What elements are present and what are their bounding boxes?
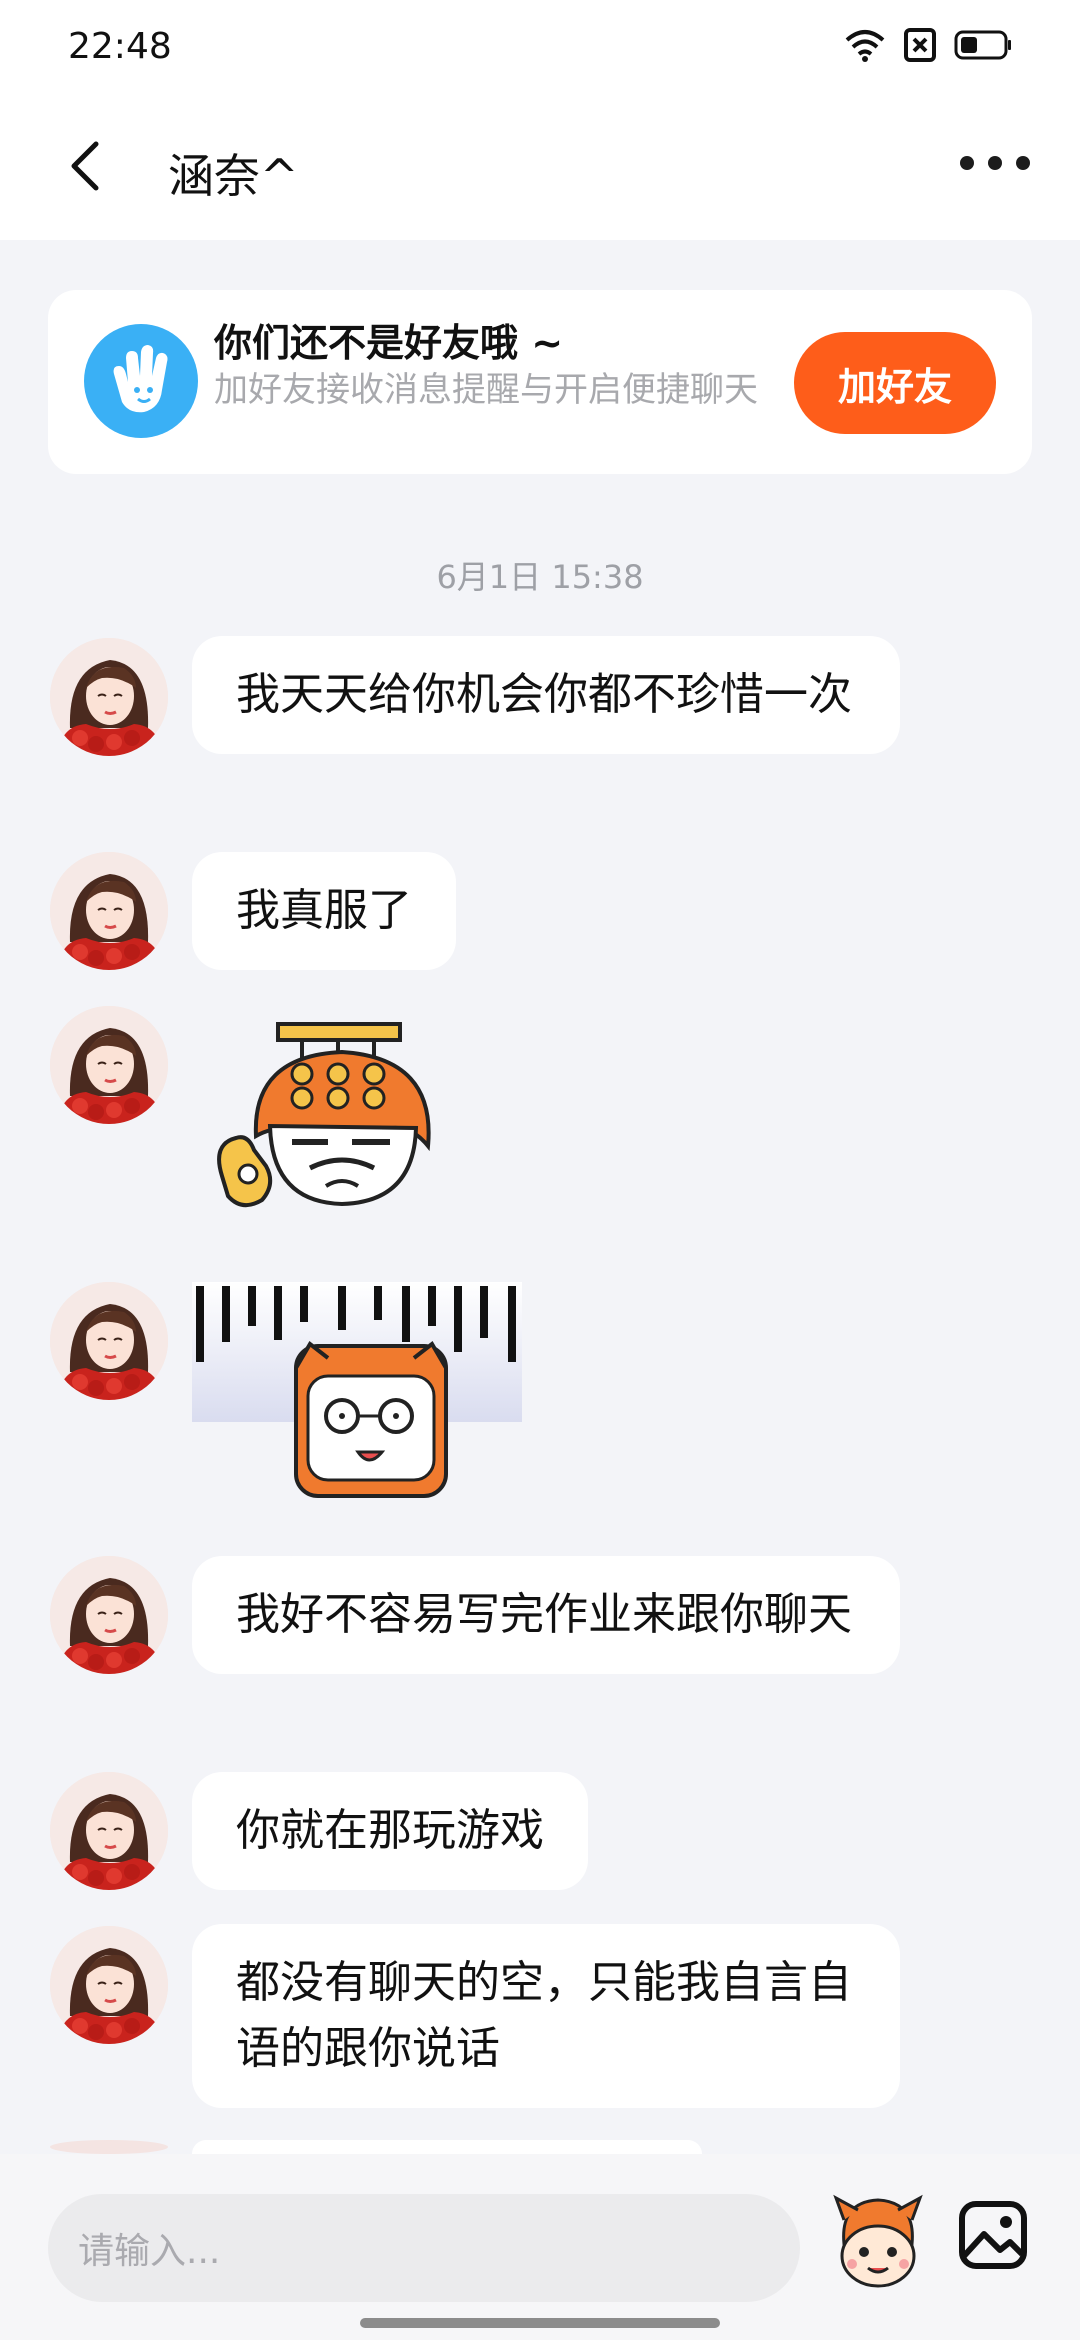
message-text: 你就在那玩游戏 <box>236 1805 544 1856</box>
battery-icon <box>954 30 1011 60</box>
home-indicator <box>360 2318 720 2328</box>
waving-hand-icon <box>84 324 198 438</box>
contact-avatar[interactable] <box>50 1926 168 2044</box>
mascot-ok-sticker-icon[interactable] <box>192 1016 472 1240</box>
banner-title: 你们还不是好友哦 ~ <box>214 321 564 365</box>
message-text: 我真服了 <box>236 885 412 936</box>
input-bar: 请输入... <box>0 2154 1080 2340</box>
navigation-bar: 涵奈^ <box>0 96 1080 240</box>
add-friend-banner: 你们还不是好友哦 ~ 加好友接收消息提醒与开启便捷聊天 加好友 <box>48 290 1032 474</box>
message-text: 都没有聊天的空，只能我自言自语的跟你说话 <box>236 1957 852 2074</box>
message-bubble[interactable]: 都没有聊天的空，只能我自言自语的跟你说话 <box>192 1924 900 2108</box>
image-picker-icon[interactable] <box>956 2198 1030 2272</box>
message-bubble[interactable]: 我好不容易写完作业来跟你聊天 <box>192 1556 900 1674</box>
message-text: 我好不容易写完作业来跟你聊天 <box>236 1589 852 1640</box>
emoji-mascot-icon[interactable] <box>830 2190 926 2294</box>
contact-avatar[interactable] <box>50 1772 168 1890</box>
message-input[interactable]: 请输入... <box>48 2194 800 2302</box>
message-bubble[interactable]: 我天天给你机会你都不珍惜一次 <box>192 636 900 754</box>
more-options-icon[interactable] <box>960 148 1030 178</box>
wifi-icon <box>845 30 885 62</box>
contact-avatar[interactable] <box>50 638 168 756</box>
message-bubble[interactable]: 我真服了 <box>192 852 456 970</box>
message-timestamp: 6月1日 15:38 <box>436 558 644 596</box>
add-friend-button[interactable]: 加好友 <box>794 332 996 434</box>
message-bubble-partial <box>192 2140 702 2154</box>
contact-avatar[interactable] <box>50 1556 168 1674</box>
back-arrow-icon[interactable] <box>58 136 118 196</box>
status-bar: 22:48 <box>0 0 1080 96</box>
contact-avatar[interactable] <box>50 1282 168 1400</box>
status-icons <box>844 28 1012 62</box>
message-text: 我天天给你机会你都不珍惜一次 <box>236 669 852 720</box>
contact-avatar <box>50 2140 168 2154</box>
chat-title: 涵奈^ <box>168 149 299 203</box>
contact-avatar[interactable] <box>50 1006 168 1124</box>
mascot-shocked-sticker-icon[interactable] <box>192 1282 522 1504</box>
message-bubble[interactable]: 你就在那玩游戏 <box>192 1772 588 1890</box>
no-sim-icon <box>904 28 936 62</box>
status-time: 22:48 <box>68 26 172 67</box>
contact-avatar[interactable] <box>50 852 168 970</box>
banner-subtitle: 加好友接收消息提醒与开启便捷聊天 <box>214 370 758 410</box>
